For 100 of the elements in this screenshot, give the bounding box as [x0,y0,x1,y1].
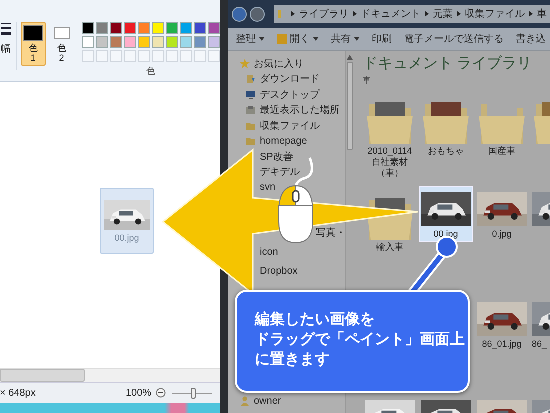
callout-text: 編集したい画像を [255,310,375,330]
breadcrumb-item[interactable]: ドキュメント [361,7,421,21]
sidebar-item[interactable]: owner [240,394,282,409]
sidebar-item[interactable]: ダウンロード [246,72,320,87]
scroll-up-icon[interactable] [346,55,352,60]
toolbar-button[interactable]: 印刷 [372,32,392,46]
color-swatch[interactable] [180,22,192,34]
file-name: 0.jpg [492,229,512,240]
color-swatch[interactable] [152,22,164,34]
color-swatch[interactable] [180,36,192,48]
empty-swatch[interactable] [166,50,178,62]
breadcrumb-item[interactable]: 収集ファイル [465,7,525,21]
color-swatch[interactable] [96,36,108,48]
back-button[interactable] [232,6,247,22]
color-swatch[interactable] [110,36,122,48]
empty-swatch[interactable] [110,50,122,62]
sidebar-item[interactable]: homepage [246,134,308,149]
color-button[interactable]: 色 2 [50,22,74,66]
breadcrumb-item[interactable]: 車 [537,7,547,21]
callout-text: ドラッグで「ペイント」画面上 [255,330,465,350]
chevron-icon [457,11,461,17]
empty-swatch[interactable] [138,50,150,62]
download-icon [246,74,256,84]
empty-swatch[interactable] [194,50,206,62]
color-button[interactable]: 色 1 [21,22,46,66]
user-icon [240,396,250,406]
file-name: 86_01.jpg [482,339,522,350]
library-subtitle: 車 [363,75,372,86]
image-file[interactable]: 86_01.jpg [475,296,529,394]
color-swatch[interactable] [194,36,206,48]
app-icon [277,34,287,44]
empty-swatch[interactable] [152,50,164,62]
color-swatch[interactable] [166,36,178,48]
toolbar-button[interactable]: 整理 [236,32,265,46]
color-swatch[interactable] [96,22,108,34]
desktop-icon [246,90,256,100]
file-name: 2010_0114 自社素材（車） [366,146,414,179]
toolbar-button[interactable]: 共有 [331,32,360,46]
address-bar[interactable]: ライブラリ ドキュメント 元葉 収集ファイル 車 [274,5,550,23]
toolbar-button[interactable]: 開く [277,32,319,46]
sidebar-item[interactable]: svn [260,180,276,196]
library-title: ドキュメント ライブラリ [363,54,534,73]
color-swatch[interactable] [208,22,220,34]
color-swatch[interactable] [194,22,206,34]
callout-text: に置きます [255,350,330,370]
sidebar-item[interactable]: 写真・ [316,224,346,242]
star-icon [240,58,250,69]
color-swatch[interactable] [138,36,150,48]
color-swatch[interactable] [124,36,136,48]
folder-icon [246,136,256,146]
scrollbar-thumb[interactable] [346,62,352,150]
empty-swatch[interactable] [208,50,220,62]
empty-swatch[interactable] [180,50,192,62]
empty-swatch[interactable] [124,50,136,62]
folder-icon [246,120,256,131]
sidebar-item[interactable]: デスクトップ [246,87,320,102]
slider-thumb[interactable] [191,388,196,398]
toolbar-button[interactable]: 書き込 [516,32,546,46]
folder-item[interactable]: おもちゃ [419,90,473,186]
image-file[interactable]: 0.jpg [475,186,529,296]
sidebar-item[interactable]: icon [260,242,278,262]
file-name: 国産車 [488,146,516,157]
chevron-icon [529,11,533,17]
sidebar-item[interactable]: 最近表示した場所 [246,102,340,118]
file-name: 00.jpg [114,232,140,242]
color-swatch[interactable] [110,22,122,34]
zoom-level: 100% [126,388,152,398]
color-swatch[interactable] [82,36,94,48]
color-swatch[interactable] [82,22,94,34]
folder-item[interactable]: 国産車 [475,90,529,186]
color-swatch[interactable] [208,36,220,48]
sidebar-item[interactable]: お気に入り [240,56,304,72]
scrollbar-thumb[interactable] [0,369,85,382]
folder-item[interactable]: 2010_0114 自社素材（車） [363,90,417,186]
line-width-icon[interactable] [1,22,11,36]
group-label: 色 [146,65,156,78]
zoom-out-icon[interactable] [156,388,166,398]
chevron-icon [353,11,357,17]
image-size: × 648px [0,388,37,398]
file-name: おもちゃ [428,146,464,157]
breadcrumb-item[interactable]: ライブラリ [299,7,349,21]
image-file[interactable]: 86_ [531,296,550,394]
sidebar-item[interactable]: 収集ファイル [246,118,320,134]
size-label: 幅 [1,43,11,56]
color-swatch[interactable] [152,36,164,48]
empty-swatch[interactable] [96,50,108,62]
color-swatch[interactable] [124,22,136,34]
breadcrumb-item[interactable]: 元葉 [433,7,453,21]
recent-places-icon [246,105,256,116]
toolbar-button[interactable]: 電子メールで送信する [404,32,504,46]
forward-button[interactable] [250,6,265,22]
color-swatch[interactable] [166,22,178,34]
file-name: 輸入車 [376,242,404,253]
chevron-icon [425,11,429,17]
file-name: 86_ [532,339,548,350]
sidebar-item[interactable]: デキデル [260,164,300,180]
sidebar-item[interactable]: Dropbox [260,262,298,280]
sidebar-item[interactable]: SP改善 [260,149,294,164]
color-swatch[interactable] [138,22,150,34]
empty-swatch[interactable] [82,50,94,62]
